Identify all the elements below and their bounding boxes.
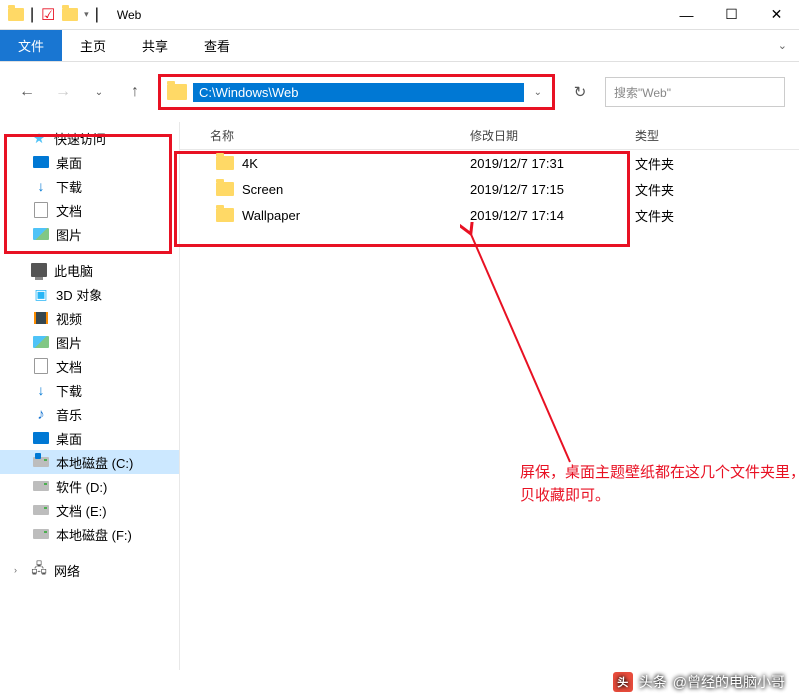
sidebar-item-desktop[interactable]: 桌面 xyxy=(0,150,179,174)
up-button[interactable]: ↑ xyxy=(122,79,148,105)
folder-icon xyxy=(167,84,187,100)
folder-icon xyxy=(8,7,24,23)
file-name: Screen xyxy=(242,182,283,197)
watermark-logo-icon: 头 xyxy=(613,672,633,692)
file-type: 文件夹 xyxy=(635,206,799,225)
folder-icon xyxy=(216,208,234,222)
sidebar-item-pictures[interactable]: 图片 xyxy=(0,222,179,246)
close-button[interactable]: ✕ xyxy=(754,0,799,30)
address-path[interactable]: C:\Windows\Web xyxy=(193,83,524,102)
folder-icon xyxy=(216,182,234,196)
folder-icon[interactable] xyxy=(62,7,78,23)
qat-dropdown-icon[interactable]: ▾ xyxy=(84,9,89,20)
back-button[interactable]: ← xyxy=(14,79,40,105)
minimize-button[interactable]: — xyxy=(664,0,709,30)
ribbon: 文件 主页 共享 查看 ⌄ xyxy=(0,30,799,62)
sidebar-item-drive-d[interactable]: 软件 (D:) xyxy=(0,474,179,498)
file-list-area: 名称 修改日期 类型 4K 2019/12/7 17:31 文件夹 Screen… xyxy=(180,122,799,670)
file-date: 2019/12/7 17:14 xyxy=(470,208,635,223)
sidebar-item-quick-access[interactable]: ★快速访问 xyxy=(0,126,179,150)
sidebar-label: 文档 xyxy=(56,357,82,376)
watermark-prefix: 头条 xyxy=(639,672,667,692)
refresh-button[interactable]: ↻ xyxy=(565,77,595,107)
sidebar-label: 桌面 xyxy=(56,429,82,448)
sidebar-label: 文档 xyxy=(56,201,82,220)
divider: | xyxy=(95,6,99,24)
sidebar-item-music[interactable]: ♪音乐 xyxy=(0,402,179,426)
sidebar-item-drive-f[interactable]: 本地磁盘 (F:) xyxy=(0,522,179,546)
sidebar-label: 文档 (E:) xyxy=(56,501,107,520)
forward-button[interactable]: → xyxy=(50,79,76,105)
window-title: Web xyxy=(107,8,664,22)
recent-dropdown-icon[interactable]: ⌄ xyxy=(86,79,112,105)
sidebar-label: 图片 xyxy=(56,225,82,244)
column-header-name[interactable]: 名称 xyxy=(180,127,470,144)
file-type: 文件夹 xyxy=(635,154,799,173)
sidebar: ★快速访问 桌面 ↓下载 文档 图片 此电脑 ▣3D 对象 视频 图片 文档 ↓… xyxy=(0,122,180,670)
file-row[interactable]: 4K 2019/12/7 17:31 文件夹 xyxy=(180,150,799,176)
sidebar-label: 快速访问 xyxy=(54,129,106,148)
sidebar-label: 3D 对象 xyxy=(56,285,102,304)
sidebar-label: 本地磁盘 (F:) xyxy=(56,525,132,544)
sidebar-item-network[interactable]: ›🖧网络 xyxy=(0,558,179,582)
file-type: 文件夹 xyxy=(635,180,799,199)
file-date: 2019/12/7 17:31 xyxy=(470,156,635,171)
annotation-text: 屏保，桌面主题壁纸都在这几个文件夹里，拷贝收藏即可。 xyxy=(520,462,799,507)
sidebar-label: 下载 xyxy=(56,381,82,400)
sidebar-label: 下载 xyxy=(56,177,82,196)
ribbon-tab-home[interactable]: 主页 xyxy=(62,30,124,61)
maximize-button[interactable]: ☐ xyxy=(709,0,754,30)
address-bar[interactable]: C:\Windows\Web ⌄ xyxy=(158,74,555,110)
search-input[interactable]: 搜索"Web" xyxy=(605,77,785,107)
sidebar-label: 视频 xyxy=(56,309,82,328)
folder-icon xyxy=(216,156,234,170)
sidebar-label: 桌面 xyxy=(56,153,82,172)
ribbon-tab-view[interactable]: 查看 xyxy=(186,30,248,61)
checkbox-icon[interactable]: ☑ xyxy=(40,7,56,23)
file-name: Wallpaper xyxy=(242,208,300,223)
sidebar-item-downloads[interactable]: ↓下载 xyxy=(0,174,179,198)
annotation-arrow xyxy=(460,222,600,472)
sidebar-item-videos[interactable]: 视频 xyxy=(0,306,179,330)
sidebar-item-documents[interactable]: 文档 xyxy=(0,354,179,378)
file-row[interactable]: Wallpaper 2019/12/7 17:14 文件夹 xyxy=(180,202,799,228)
sidebar-label: 网络 xyxy=(54,561,80,580)
quick-access-toolbar: | ☑ ▾ | xyxy=(0,6,107,24)
file-row[interactable]: Screen 2019/12/7 17:15 文件夹 xyxy=(180,176,799,202)
watermark-author: @曾经的电脑小哥 xyxy=(673,672,785,692)
sidebar-item-downloads[interactable]: ↓下载 xyxy=(0,378,179,402)
column-header-date[interactable]: 修改日期 xyxy=(470,127,635,144)
column-header-type[interactable]: 类型 xyxy=(635,127,799,144)
column-headers: 名称 修改日期 类型 xyxy=(180,122,799,150)
sidebar-label: 软件 (D:) xyxy=(56,477,107,496)
ribbon-expand-icon[interactable]: ⌄ xyxy=(766,39,799,52)
sidebar-label: 图片 xyxy=(56,333,82,352)
sidebar-item-drive-c[interactable]: 本地磁盘 (C:) xyxy=(0,450,179,474)
sidebar-item-pictures[interactable]: 图片 xyxy=(0,330,179,354)
sidebar-item-drive-e[interactable]: 文档 (E:) xyxy=(0,498,179,522)
sidebar-item-3d-objects[interactable]: ▣3D 对象 xyxy=(0,282,179,306)
divider: | xyxy=(30,6,34,24)
chevron-down-icon[interactable]: ⌄ xyxy=(524,87,552,98)
file-date: 2019/12/7 17:15 xyxy=(470,182,635,197)
file-name: 4K xyxy=(242,156,258,171)
ribbon-tab-share[interactable]: 共享 xyxy=(124,30,186,61)
sidebar-item-desktop[interactable]: 桌面 xyxy=(0,426,179,450)
ribbon-file-tab[interactable]: 文件 xyxy=(0,30,62,61)
watermark: 头 头条 @曾经的电脑小哥 xyxy=(613,672,785,692)
sidebar-label: 此电脑 xyxy=(54,261,93,280)
sidebar-label: 本地磁盘 (C:) xyxy=(56,453,133,472)
nav-bar: ← → ⌄ ↑ C:\Windows\Web ⌄ ↻ 搜索"Web" xyxy=(0,62,799,122)
sidebar-item-documents[interactable]: 文档 xyxy=(0,198,179,222)
sidebar-item-this-pc[interactable]: 此电脑 xyxy=(0,258,179,282)
file-rows: 4K 2019/12/7 17:31 文件夹 Screen 2019/12/7 … xyxy=(180,150,799,228)
sidebar-label: 音乐 xyxy=(56,405,82,424)
window-controls: — ☐ ✕ xyxy=(664,0,799,30)
title-bar: | ☑ ▾ | Web — ☐ ✕ xyxy=(0,0,799,30)
content-area: ★快速访问 桌面 ↓下载 文档 图片 此电脑 ▣3D 对象 视频 图片 文档 ↓… xyxy=(0,122,799,670)
